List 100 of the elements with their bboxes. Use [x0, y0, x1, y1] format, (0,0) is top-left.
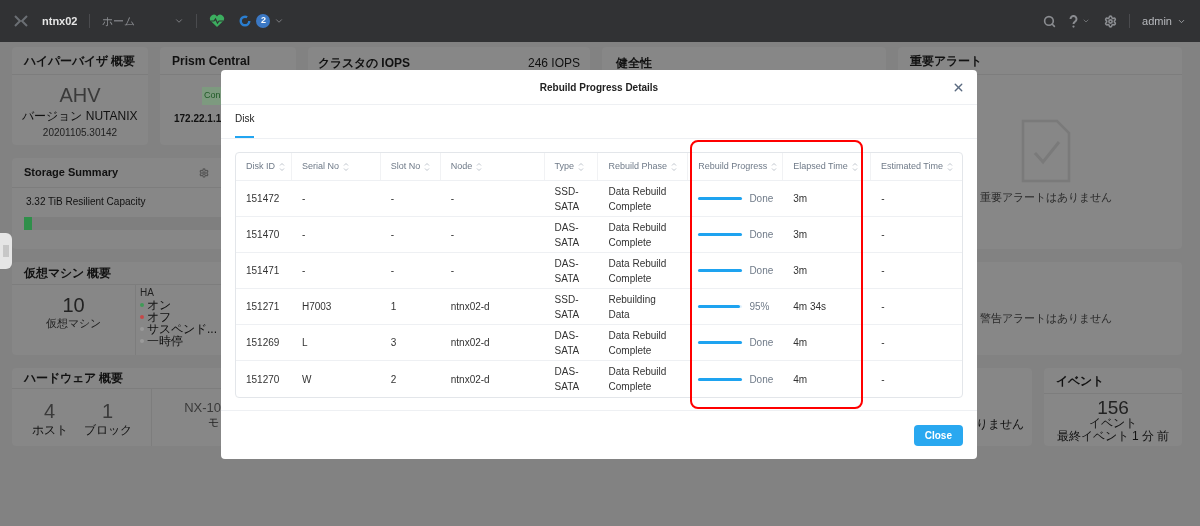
table-cell-text: 1 — [390, 300, 397, 314]
table-cell-text: Rebuilding Data — [608, 292, 657, 322]
table-cell-text: H7003 — [301, 300, 332, 314]
table-cell-text: - — [450, 264, 455, 278]
grip-icon — [3, 245, 9, 257]
table-cell-text: 151271 — [246, 300, 280, 314]
cluster-name[interactable]: ntnx02 — [42, 12, 78, 30]
sort-icon[interactable] — [343, 161, 349, 172]
table-cell-text: - — [390, 264, 395, 278]
table-cell-text: SSD-SATA — [554, 184, 581, 214]
user-menu[interactable]: admin — [1142, 12, 1172, 30]
chevron-down-icon[interactable] — [274, 16, 285, 26]
table-cell-text: ntnx02-d — [450, 300, 490, 314]
table-cell-text: - — [450, 228, 455, 242]
table-cell-text: Data Rebuild Complete — [608, 256, 668, 286]
table-cell-text: 3m — [793, 192, 808, 206]
close-button[interactable]: Close — [913, 425, 963, 446]
sort-icon[interactable] — [476, 161, 483, 172]
table-cell-text: Data Rebuild Complete — [608, 220, 668, 250]
sort-icon[interactable] — [947, 161, 953, 172]
empty-message: 警告アラートはありません — [980, 311, 1112, 327]
event-label: イベント — [1089, 417, 1137, 430]
ha-status-label: 一時停 — [147, 334, 183, 347]
column-header[interactable]: Rebuild Phase — [608, 159, 667, 174]
model-name: NX-10 — [184, 400, 221, 414]
table-cell-text: 3m — [793, 228, 808, 242]
sort-icon[interactable] — [578, 161, 585, 172]
table-cell-text: - — [881, 192, 885, 206]
table-cell-text: - — [881, 300, 885, 314]
table-cell-text: 151472 — [246, 192, 280, 206]
card-title: 重要アラート — [910, 52, 982, 70]
table-cell-text: - — [881, 372, 885, 387]
chevron-down-icon[interactable] — [174, 16, 185, 26]
spinner-icon[interactable] — [239, 15, 252, 27]
table-cell-text: Data Rebuild Complete — [608, 365, 668, 394]
table-cell-text: 151270 — [246, 372, 280, 387]
version-label: バージョン NUTANIX — [22, 108, 138, 125]
help-icon[interactable] — [1069, 14, 1079, 28]
table-cell-text: Data Rebuild Complete — [608, 184, 668, 214]
card-title: Storage Summary — [24, 165, 119, 181]
table-cell-text: - — [301, 192, 306, 206]
table-cell-text: Data Rebuild Complete — [608, 328, 668, 358]
column-header[interactable]: Serial No — [302, 159, 339, 174]
card-title: ハードウェア 概要 — [24, 369, 124, 387]
ha-status-label: オフ — [147, 310, 171, 323]
progress-reading: Done — [749, 228, 774, 242]
sort-icon[interactable] — [279, 161, 285, 172]
table-cell-text: - — [301, 228, 306, 242]
sort-icon[interactable] — [670, 161, 677, 172]
column-header[interactable]: Type — [554, 159, 575, 174]
column-header[interactable]: Elapsed Time — [793, 159, 848, 174]
view-selector[interactable]: ホーム — [102, 12, 175, 30]
heart-pulse-icon[interactable] — [209, 14, 226, 28]
table-cell-text: 151269 — [246, 336, 280, 350]
table-cell-text: - — [881, 228, 885, 242]
column-header[interactable]: Node — [450, 159, 473, 174]
progress-reading: 95% — [749, 300, 770, 314]
table-cell-text: - — [301, 264, 306, 278]
table-cell-text: DAS-SATA — [554, 328, 581, 358]
progress-reading: Done — [749, 264, 774, 278]
table-cell-text: - — [881, 264, 885, 278]
table-cell-text: 151471 — [246, 264, 280, 278]
table-cell-text: 4m — [793, 336, 808, 350]
status-badge: Con — [202, 87, 223, 105]
settings-icon[interactable] — [199, 167, 209, 178]
model-label: モ — [208, 414, 220, 430]
event-count: 156 — [1097, 398, 1129, 417]
vm-count-label: 仮想マシン — [46, 315, 101, 331]
last-event-time: 最終イベント 1 分 前 — [1056, 430, 1170, 443]
iops-value: 246 IOPS — [527, 55, 580, 72]
build-number: 20201105.30142 — [42, 126, 118, 140]
sort-icon[interactable] — [424, 161, 431, 172]
sort-icon[interactable] — [771, 161, 778, 172]
empty-message: 重要アラートはありません — [980, 190, 1112, 205]
vm-count: 10 — [62, 294, 85, 315]
sort-icon[interactable] — [851, 161, 858, 172]
ha-status-label: オン — [147, 298, 171, 311]
card-title: ハイパーバイザ 概要 — [24, 52, 136, 70]
card-title: イベント — [1056, 372, 1104, 390]
ip-address: 172.22.1.1 — [174, 111, 222, 126]
host-label: ホスト — [31, 421, 68, 439]
side-handle[interactable] — [0, 233, 12, 269]
table-cell-text: 2 — [390, 372, 397, 387]
x-logo-icon[interactable] — [14, 15, 28, 27]
task-count-badge[interactable]: 2 — [256, 14, 271, 28]
host-count: 4 — [43, 400, 56, 421]
table-cell-text: SSD-SATA — [554, 292, 581, 322]
card-title: Prism Central — [172, 52, 251, 70]
column-header[interactable]: Disk ID — [246, 159, 275, 174]
table-cell-text: DAS-SATA — [554, 256, 581, 286]
chevron-down-icon[interactable] — [1082, 17, 1091, 25]
search-icon[interactable] — [1043, 14, 1057, 28]
hypervisor-name: AHV — [59, 85, 101, 105]
tab[interactable]: Disk — [235, 111, 255, 138]
close-icon-button[interactable] — [952, 81, 965, 94]
column-header[interactable]: Slot No — [390, 159, 421, 174]
table-cell-text: DAS-SATA — [554, 365, 581, 394]
settings-icon[interactable] — [1104, 14, 1118, 28]
column-header[interactable]: Rebuild Progress — [698, 159, 768, 174]
column-header[interactable]: Estimated Time — [881, 159, 943, 174]
